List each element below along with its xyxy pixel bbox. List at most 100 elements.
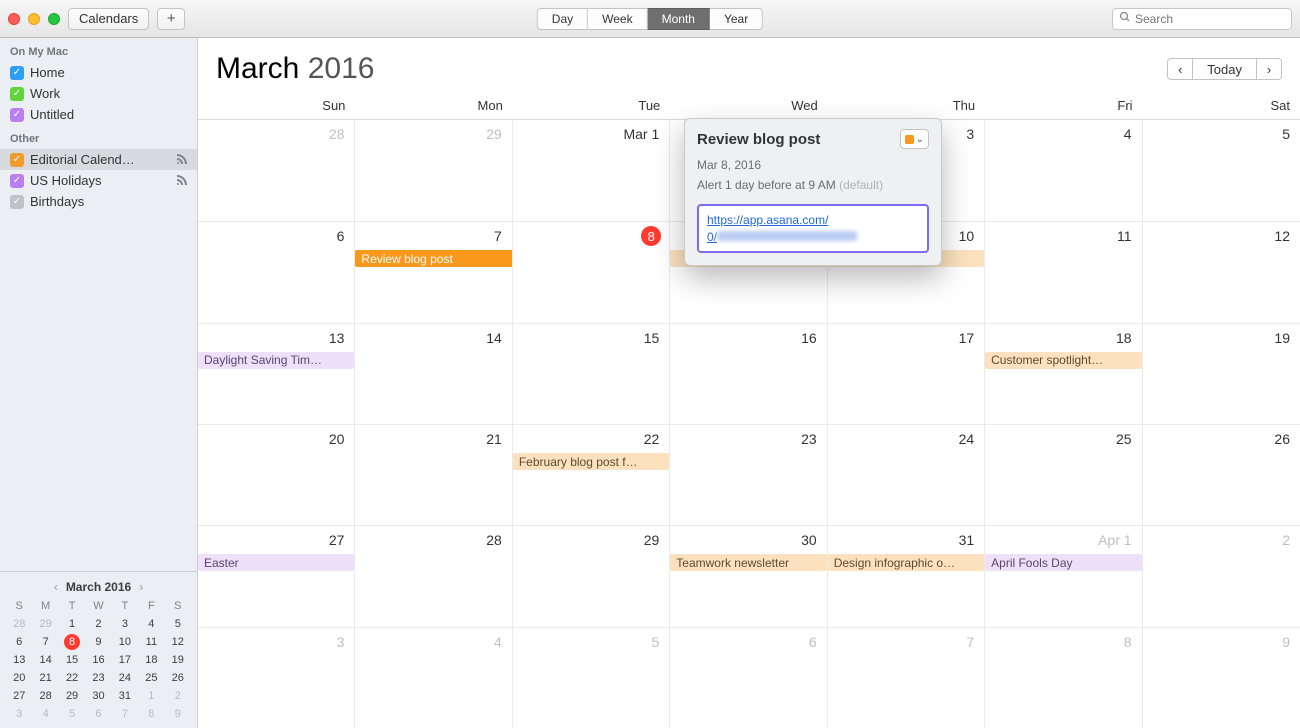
mini-day[interactable]: 29 bbox=[59, 688, 85, 704]
day-cell[interactable]: 3 bbox=[198, 628, 355, 728]
mini-day[interactable]: 1 bbox=[138, 688, 164, 704]
mini-day[interactable]: 25 bbox=[138, 670, 164, 686]
day-cell[interactable]: 26 bbox=[1143, 425, 1300, 525]
day-cell[interactable]: 27Easter bbox=[198, 526, 355, 626]
sidebar-item[interactable]: ✓Home bbox=[0, 62, 197, 83]
mini-day[interactable]: 27 bbox=[6, 688, 32, 704]
mini-day[interactable]: 2 bbox=[85, 616, 111, 632]
day-cell[interactable]: 19 bbox=[1143, 324, 1300, 424]
day-cell[interactable]: 7Review blog post bbox=[355, 222, 512, 322]
calendar-checkbox[interactable]: ✓ bbox=[10, 174, 24, 188]
day-cell[interactable]: 5 bbox=[513, 628, 670, 728]
search-input[interactable] bbox=[1135, 12, 1285, 26]
day-cell[interactable]: 22February blog post f… bbox=[513, 425, 670, 525]
minimize-icon[interactable] bbox=[28, 13, 40, 25]
mini-day[interactable]: 18 bbox=[138, 652, 164, 668]
mini-day[interactable]: 17 bbox=[112, 652, 138, 668]
day-cell[interactable]: 29 bbox=[513, 526, 670, 626]
mini-day[interactable]: 26 bbox=[165, 670, 191, 686]
mini-day[interactable]: 3 bbox=[112, 616, 138, 632]
sidebar-item[interactable]: ✓Editorial Calend… bbox=[0, 149, 197, 170]
mini-day[interactable]: 4 bbox=[32, 706, 58, 722]
view-year[interactable]: Year bbox=[710, 8, 763, 30]
mini-day[interactable]: 15 bbox=[59, 652, 85, 668]
event-pill[interactable]: Daylight Saving Tim… bbox=[198, 352, 354, 369]
mini-day[interactable]: 1 bbox=[59, 616, 85, 632]
search-field[interactable] bbox=[1112, 8, 1292, 30]
mini-day[interactable]: 6 bbox=[85, 706, 111, 722]
day-cell[interactable]: 24 bbox=[828, 425, 985, 525]
event-pill[interactable]: Customer spotlight… bbox=[985, 352, 1141, 369]
day-cell[interactable]: 14 bbox=[355, 324, 512, 424]
mini-day[interactable]: 7 bbox=[112, 706, 138, 722]
mini-day[interactable]: 28 bbox=[6, 616, 32, 632]
day-cell[interactable]: 12 bbox=[1143, 222, 1300, 322]
day-cell[interactable]: 20 bbox=[198, 425, 355, 525]
event-pill[interactable]: Easter bbox=[198, 554, 354, 571]
day-cell[interactable]: 4 bbox=[355, 628, 512, 728]
day-cell[interactable]: 6 bbox=[670, 628, 827, 728]
mini-day[interactable]: 19 bbox=[165, 652, 191, 668]
calendar-checkbox[interactable]: ✓ bbox=[10, 66, 24, 80]
day-cell[interactable]: 23 bbox=[670, 425, 827, 525]
mini-day[interactable]: 5 bbox=[59, 706, 85, 722]
day-cell[interactable]: Apr 1April Fools Day bbox=[985, 526, 1142, 626]
event-pill[interactable]: Review blog post bbox=[355, 250, 512, 267]
mini-day[interactable]: 5 bbox=[165, 616, 191, 632]
prev-month-button[interactable]: ‹ bbox=[1167, 58, 1193, 80]
mini-day[interactable]: 2 bbox=[165, 688, 191, 704]
view-week[interactable]: Week bbox=[588, 8, 647, 30]
day-cell[interactable]: 8 bbox=[513, 222, 670, 322]
sidebar-item[interactable]: ✓US Holidays bbox=[0, 170, 197, 191]
day-cell[interactable]: 7 bbox=[828, 628, 985, 728]
view-day[interactable]: Day bbox=[537, 8, 588, 30]
day-cell[interactable]: 9 bbox=[1143, 628, 1300, 728]
event-pill[interactable]: Design infographic o… bbox=[828, 554, 984, 571]
add-button[interactable]: + bbox=[157, 8, 185, 30]
day-cell[interactable]: 25 bbox=[985, 425, 1142, 525]
mini-day[interactable]: 29 bbox=[32, 616, 58, 632]
mini-day[interactable]: 10 bbox=[112, 634, 138, 650]
day-cell[interactable]: 28 bbox=[355, 526, 512, 626]
day-cell[interactable]: 30Teamwork newsletter bbox=[670, 526, 827, 626]
mini-day[interactable]: 16 bbox=[85, 652, 111, 668]
event-pill[interactable]: Teamwork newsletter bbox=[670, 554, 826, 571]
calendar-checkbox[interactable]: ✓ bbox=[10, 153, 24, 167]
day-cell[interactable]: Mar 1 bbox=[513, 120, 670, 221]
day-cell[interactable]: 21 bbox=[355, 425, 512, 525]
next-month-button[interactable]: › bbox=[1256, 58, 1282, 80]
close-icon[interactable] bbox=[8, 13, 20, 25]
mini-day[interactable]: 31 bbox=[112, 688, 138, 704]
popover-url-field[interactable]: https://app.asana.com/ 0/ bbox=[697, 204, 929, 254]
mini-day[interactable]: 28 bbox=[32, 688, 58, 704]
mini-day[interactable]: 13 bbox=[6, 652, 32, 668]
mini-day[interactable]: 8 bbox=[138, 706, 164, 722]
day-cell[interactable]: 8 bbox=[985, 628, 1142, 728]
maximize-icon[interactable] bbox=[48, 13, 60, 25]
day-cell[interactable]: 16 bbox=[670, 324, 827, 424]
day-cell[interactable]: 18Customer spotlight… bbox=[985, 324, 1142, 424]
mini-day[interactable]: 9 bbox=[85, 634, 111, 650]
sidebar-item[interactable]: ✓Untitled bbox=[0, 104, 197, 125]
day-cell[interactable]: 29 bbox=[355, 120, 512, 221]
mini-day[interactable]: 24 bbox=[112, 670, 138, 686]
mini-day[interactable]: 11 bbox=[138, 634, 164, 650]
day-cell[interactable]: 13Daylight Saving Tim… bbox=[198, 324, 355, 424]
day-cell[interactable]: 2 bbox=[1143, 526, 1300, 626]
calendar-checkbox[interactable]: ✓ bbox=[10, 108, 24, 122]
mini-day[interactable]: 22 bbox=[59, 670, 85, 686]
day-cell[interactable]: 4 bbox=[985, 120, 1142, 221]
event-pill[interactable]: February blog post f… bbox=[513, 453, 669, 470]
mini-day[interactable]: 20 bbox=[6, 670, 32, 686]
today-button[interactable]: Today bbox=[1193, 58, 1256, 80]
day-cell[interactable]: 6 bbox=[198, 222, 355, 322]
mini-day[interactable]: 8 bbox=[59, 634, 85, 650]
calendars-button[interactable]: Calendars bbox=[68, 8, 149, 30]
day-cell[interactable]: 28 bbox=[198, 120, 355, 221]
mini-day[interactable]: 30 bbox=[85, 688, 111, 704]
day-cell[interactable]: 31Design infographic o… bbox=[828, 526, 985, 626]
view-month[interactable]: Month bbox=[648, 8, 710, 30]
mini-day[interactable]: 7 bbox=[32, 634, 58, 650]
mini-day[interactable]: 21 bbox=[32, 670, 58, 686]
mini-day[interactable]: 3 bbox=[6, 706, 32, 722]
